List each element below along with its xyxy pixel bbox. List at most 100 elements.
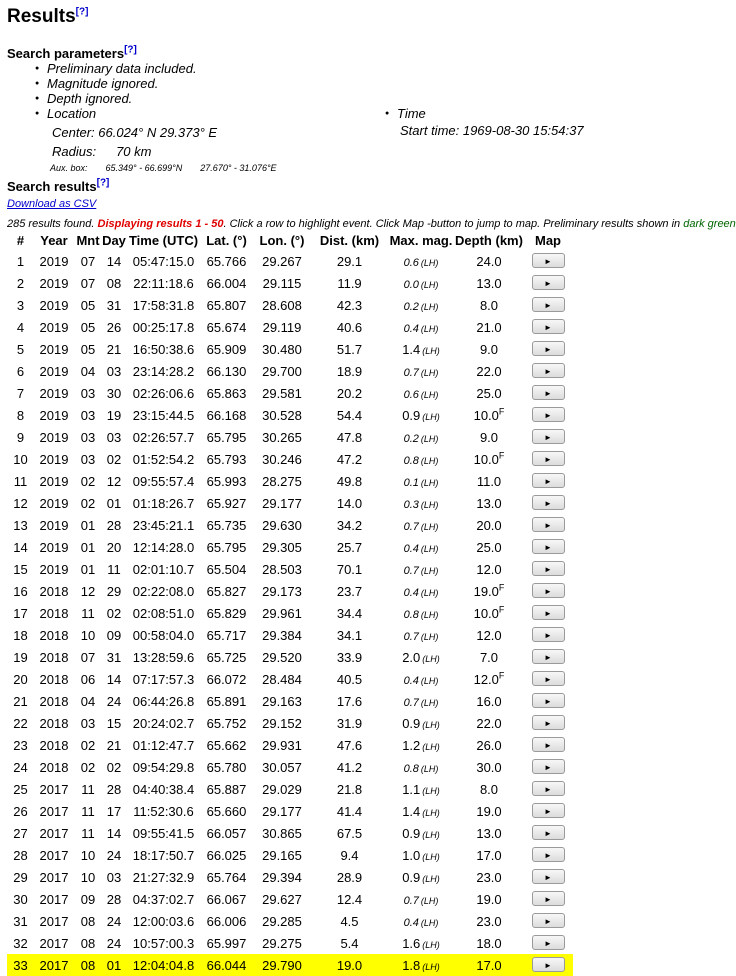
map-button[interactable]: ► <box>531 473 565 488</box>
table-row[interactable]: 30 2017 09 28 04:37:02.7 66.067 29.627 12.4 0.7(… <box>7 888 573 910</box>
cell-depth: 30.0 <box>455 756 523 778</box>
cell-map: ► <box>523 932 573 954</box>
map-button[interactable]: ► <box>531 671 565 686</box>
map-button[interactable]: ► <box>531 627 565 642</box>
table-row[interactable]: 17 2018 11 02 02:08:51.0 65.829 29.961 34.4 0.8(… <box>7 602 573 624</box>
map-button[interactable]: ► <box>531 319 565 334</box>
col-lat[interactable]: Lat. (°) <box>201 231 252 250</box>
table-row[interactable]: 7 2019 03 30 02:26:06.6 65.863 29.581 20.2 0.6 (L… <box>7 382 573 404</box>
cell-lat: 66.004 <box>206 275 247 291</box>
table-row[interactable]: 6 2019 04 03 23:14:28.2 66.130 29.700 18.9 0.7 (L… <box>7 360 573 382</box>
cell-lon: 28.503 <box>262 561 302 577</box>
table-row[interactable]: 21 2018 04 24 06:44:26.8 65.891 29.163 17.6 0.7(… <box>7 690 573 712</box>
map-button[interactable]: ► <box>531 253 565 268</box>
table-row[interactable]: 27 2017 11 14 09:55:41.5 66.057 30.865 67.5 0.9(… <box>7 822 573 844</box>
map-button[interactable]: ► <box>531 297 565 312</box>
table-row[interactable]: 33 2017 08 01 12:04:04.8 66.044 29.790 19.0 1.8(… <box>7 954 573 976</box>
map-button[interactable]: ► <box>531 495 565 510</box>
map-button[interactable]: ► <box>531 583 565 598</box>
map-button[interactable]: ► <box>531 693 565 708</box>
mag-value: 0.1 <box>403 476 419 489</box>
mag-value: 0.6 <box>403 256 419 269</box>
table-row[interactable]: 2 2019 07 08 22:11:18.6 66.004 29.115 11.9 0.0 (L… <box>7 272 573 294</box>
map-button[interactable]: ► <box>531 935 565 950</box>
table-row[interactable]: 18 2018 10 09 00:58:04.0 65.717 29.384 34.1 0.7(… <box>7 624 573 646</box>
map-button[interactable]: ► <box>531 649 565 664</box>
col-dist[interactable]: Dist. (km) <box>312 231 387 250</box>
table-row[interactable]: 28 2017 10 24 18:17:50.7 66.025 29.165 9.4 1.0 (L… <box>7 844 573 866</box>
table-row[interactable]: 23 2018 02 21 01:12:47.7 65.662 29.931 47.6 1.2(… <box>7 734 573 756</box>
map-button[interactable]: ► <box>531 825 565 840</box>
map-button[interactable]: ► <box>531 517 565 532</box>
search-results-help-link[interactable]: [?] <box>97 178 110 189</box>
cell-mag: 0.9 (LH) <box>387 712 455 734</box>
download-csv-link[interactable]: Download as CSV <box>7 198 96 210</box>
table-row[interactable]: 31 2017 08 24 12:00:03.6 66.006 29.285 4.5 0.4 (L… <box>7 910 573 932</box>
cell-month: 05 <box>80 341 96 357</box>
table-row[interactable]: 26 2017 11 17 11:52:30.6 65.660 29.177 41.4 1.4(… <box>7 800 573 822</box>
col-mag[interactable]: Max. mag. <box>387 231 455 250</box>
map-button[interactable]: ► <box>531 759 565 774</box>
cell-map: ► <box>523 888 573 910</box>
map-button[interactable]: ► <box>531 869 565 884</box>
map-button[interactable]: ► <box>531 407 565 422</box>
table-row[interactable]: 8 2019 03 19 23:15:44.5 66.168 30.528 54.4 0.9 (L… <box>7 404 573 426</box>
col-month[interactable]: Mnt <box>74 231 102 250</box>
cell-dist: 29.1 <box>336 253 363 269</box>
table-row[interactable]: 5 2019 05 21 16:50:38.6 65.909 30.480 51.7 1.4 (L… <box>7 338 573 360</box>
table-row[interactable]: 9 2019 03 03 02:26:57.7 65.795 30.265 47.8 0.2 (L… <box>7 426 573 448</box>
col-number[interactable]: # <box>7 231 34 250</box>
table-row[interactable]: 11 2019 02 12 09:55:57.4 65.993 28.275 49.8 0.1(… <box>7 470 573 492</box>
table-row[interactable]: 24 2018 02 02 09:54:29.8 65.780 30.057 41.2 0.8(… <box>7 756 573 778</box>
table-row[interactable]: 19 2018 07 31 13:28:59.6 65.725 29.520 33.9 2.0(… <box>7 646 573 668</box>
cell-mag: 0.4 (LH) <box>387 668 455 690</box>
results-help-link[interactable]: [?] <box>76 7 89 18</box>
map-button[interactable]: ► <box>531 891 565 906</box>
cell-year: 2018 <box>39 693 69 709</box>
table-row[interactable]: 3 2019 05 31 17:58:31.8 65.807 28.608 42.3 0.2 (L… <box>7 294 573 316</box>
col-time[interactable]: Time (UTC) <box>126 231 201 250</box>
map-button[interactable]: ► <box>531 847 565 862</box>
table-row[interactable]: 14 2019 01 20 12:14:28.0 65.795 29.305 25.7 0.4(… <box>7 536 573 558</box>
map-button[interactable]: ► <box>531 781 565 796</box>
map-button[interactable]: ► <box>531 957 565 972</box>
map-button[interactable]: ► <box>531 737 565 752</box>
col-year[interactable]: Year <box>34 231 74 250</box>
cell-time: 09:54:29.8 <box>132 759 195 775</box>
map-button[interactable]: ► <box>531 913 565 928</box>
table-row[interactable]: 10 2019 03 02 01:52:54.2 65.793 30.246 47.2 0.8(… <box>7 448 573 470</box>
cell-time: 01:52:54.2 <box>132 451 195 467</box>
table-row[interactable]: 12 2019 02 01 01:18:26.7 65.927 29.177 14.0 0.3(… <box>7 492 573 514</box>
table-row[interactable]: 1 2019 07 14 05:47:15.0 65.766 29.267 29.1 0.6 (L… <box>7 250 573 272</box>
map-button[interactable]: ► <box>531 715 565 730</box>
map-button[interactable]: ► <box>531 385 565 400</box>
table-row[interactable]: 15 2019 01 11 02:01:10.7 65.504 28.503 70.1 0.7(… <box>7 558 573 580</box>
map-button[interactable]: ► <box>531 561 565 576</box>
table-row[interactable]: 16 2018 12 29 02:22:08.0 65.827 29.173 23.7 0.4(… <box>7 580 573 602</box>
table-row[interactable]: 4 2019 05 26 00:25:17.8 65.674 29.119 40.6 0.4 (L… <box>7 316 573 338</box>
table-row[interactable]: 20 2018 06 14 07:17:57.3 66.072 28.484 40.5 0.4(… <box>7 668 573 690</box>
map-button[interactable]: ► <box>531 341 565 356</box>
mag-unit: (LH) <box>420 521 439 532</box>
cell-day: 31 <box>106 297 122 313</box>
col-day[interactable]: Day <box>102 231 126 250</box>
cell-lat: 65.829 <box>206 605 247 621</box>
cell-dist: 23.7 <box>336 583 363 599</box>
mag-value: 0.9 <box>402 825 421 841</box>
map-button[interactable]: ► <box>531 275 565 290</box>
map-button[interactable]: ► <box>531 451 565 466</box>
search-parameters-help-link[interactable]: [?] <box>124 45 137 56</box>
table-row[interactable]: 29 2017 10 03 21:27:32.9 65.764 29.394 28.9 0.9(… <box>7 866 573 888</box>
table-row[interactable]: 25 2017 11 28 04:40:38.4 65.887 29.029 21.8 1.1(… <box>7 778 573 800</box>
table-row[interactable]: 32 2017 08 24 10:57:00.3 65.997 29.275 5.4 1.6 (L… <box>7 932 573 954</box>
map-button[interactable]: ► <box>531 605 565 620</box>
map-button[interactable]: ► <box>531 429 565 444</box>
map-button[interactable]: ► <box>531 803 565 818</box>
col-lon[interactable]: Lon. (°) <box>252 231 312 250</box>
map-button[interactable]: ► <box>531 539 565 554</box>
map-button[interactable]: ► <box>531 363 565 378</box>
col-depth[interactable]: Depth (km) <box>455 231 523 250</box>
cell-depth: 10.0F <box>455 602 523 624</box>
table-row[interactable]: 22 2018 03 15 20:24:02.7 65.752 29.152 31.9 0.9(… <box>7 712 573 734</box>
table-row[interactable]: 13 2019 01 28 23:45:21.1 65.735 29.630 34.2 0.7(… <box>7 514 573 536</box>
